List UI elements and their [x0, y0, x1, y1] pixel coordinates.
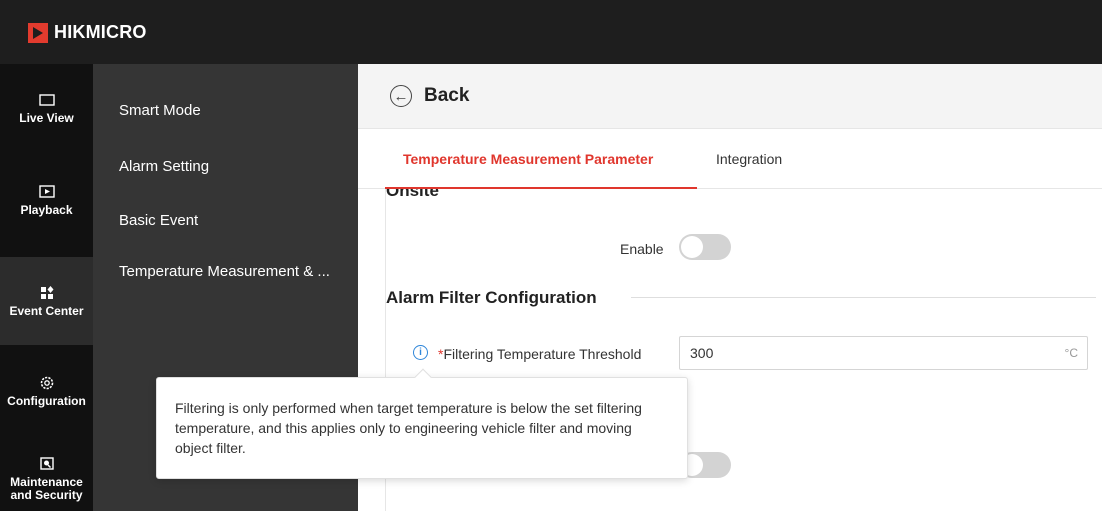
tab-bar: Temperature Measurement Parameter Integr… — [358, 129, 1102, 189]
onsite-section-title: Onsite — [386, 189, 439, 200]
submenu-item-alarm-setting[interactable]: Alarm Setting — [119, 158, 209, 175]
nav-item-configuration[interactable]: Configuration — [0, 347, 93, 435]
threshold-unit: °C — [1064, 346, 1078, 360]
back-bar: ← Back — [358, 64, 1102, 129]
nav-label: Playback — [20, 202, 73, 217]
back-arrow-icon[interactable]: ← — [390, 85, 412, 107]
monitor-icon — [38, 93, 55, 106]
nav-label: Live View — [19, 110, 74, 125]
threshold-input[interactable]: 300 °C — [679, 336, 1088, 370]
submenu-item-smart-mode[interactable]: Smart Mode — [119, 102, 201, 119]
enable-toggle[interactable] — [679, 234, 731, 260]
submenu-item-temperature-measurement[interactable]: Temperature Measurement & ... — [119, 263, 330, 280]
nav-item-live-view[interactable]: Live View — [0, 64, 93, 152]
nav-label: Configuration — [7, 393, 86, 408]
brand-name: HIKMICRO — [54, 22, 147, 42]
threshold-label-text: Filtering Temperature Threshold — [443, 346, 642, 362]
info-icon[interactable]: i — [413, 345, 428, 360]
gear-icon — [40, 376, 53, 389]
section-divider — [631, 297, 1096, 298]
back-button[interactable]: Back — [424, 85, 469, 107]
tooltip-text: Filtering is only performed when target … — [175, 400, 642, 456]
threshold-label: *Filtering Temperature Threshold — [438, 346, 641, 362]
info-tooltip: Filtering is only performed when target … — [156, 368, 688, 479]
nav-label: Event Center — [9, 303, 84, 318]
play-screen-icon — [38, 184, 55, 198]
alarm-filter-section-title: Alarm Filter Configuration — [386, 288, 597, 307]
submenu-item-basic-event[interactable]: Basic Event — [119, 212, 198, 229]
maintenance-icon — [39, 457, 54, 470]
logo-mark-icon — [28, 22, 48, 43]
main-nav: Live View Playback Event Center Configur… — [0, 64, 93, 511]
top-bar: HIKMICRO — [0, 0, 1102, 64]
threshold-value: 300 — [690, 345, 714, 361]
nav-item-playback[interactable]: Playback — [0, 156, 93, 244]
tab-temperature-measurement-parameter[interactable]: Temperature Measurement Parameter — [403, 151, 653, 167]
tab-integration[interactable]: Integration — [716, 151, 782, 167]
nav-item-maintenance[interactable]: Maintenance and Security — [0, 435, 93, 511]
nav-item-event-center[interactable]: Event Center — [0, 257, 93, 345]
brand-logo: HIKMICRO — [28, 22, 147, 43]
enable-label: Enable — [620, 241, 664, 257]
nav-label: Maintenance and Security — [10, 475, 83, 502]
grid-icon — [40, 285, 53, 299]
